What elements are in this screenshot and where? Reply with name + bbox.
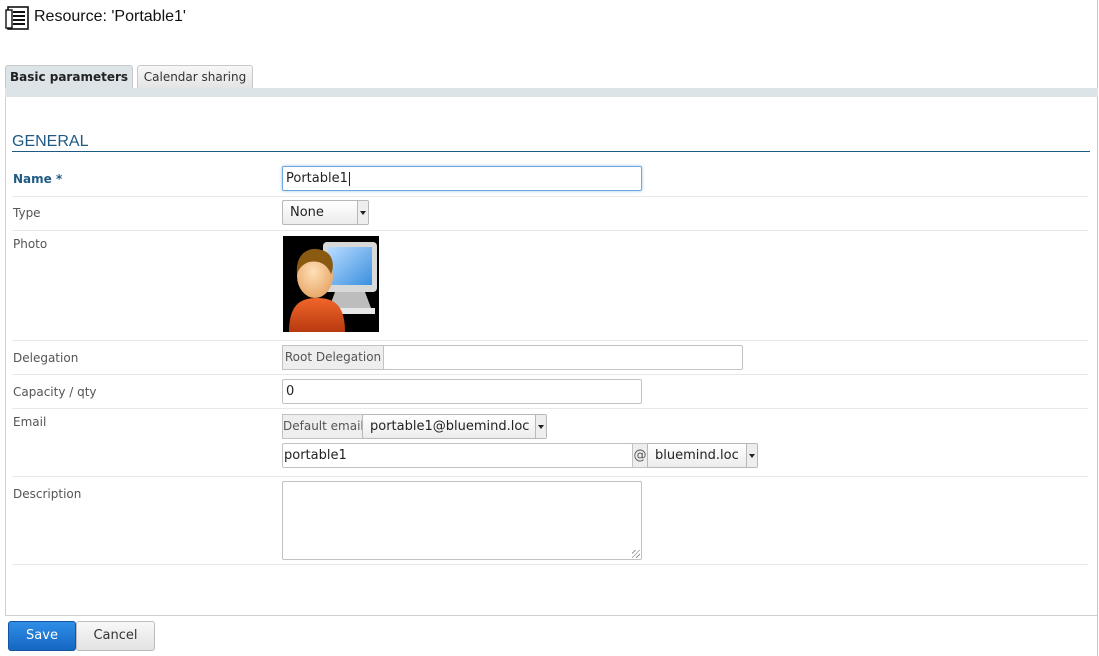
user-computer-icon: [289, 242, 377, 332]
delegation-label: Delegation: [13, 351, 79, 365]
tab-bar: [5, 88, 1098, 97]
description-label: Description: [13, 487, 82, 501]
capacity-label: Capacity / qty: [13, 385, 97, 399]
at-sign-addon: @: [632, 443, 648, 468]
delegation-addon[interactable]: Root Delegation: [282, 345, 384, 370]
type-select-value: None: [290, 205, 324, 220]
type-label: Type: [13, 206, 41, 220]
row-divider: [12, 476, 1088, 477]
chevron-down-icon: [746, 444, 757, 467]
name-input[interactable]: Portable1: [282, 166, 642, 191]
default-email-select[interactable]: portable1@bluemind.loc: [362, 414, 547, 439]
chevron-down-icon: [357, 201, 368, 224]
row-divider: [12, 374, 1088, 375]
resize-grip-icon[interactable]: [632, 550, 640, 558]
tab-basic-parameters[interactable]: Basic parameters: [5, 65, 133, 89]
row-divider: [12, 196, 1088, 197]
row-divider: [12, 564, 1088, 565]
resource-photo[interactable]: [283, 236, 379, 332]
type-select[interactable]: None: [282, 200, 369, 225]
save-button[interactable]: Save: [8, 621, 76, 651]
delegation-input[interactable]: [383, 345, 743, 370]
capacity-input[interactable]: 0: [282, 379, 642, 404]
section-title: GENERAL: [12, 133, 89, 150]
chevron-down-icon: [535, 415, 546, 438]
tab-calendar-sharing[interactable]: Calendar sharing: [137, 65, 253, 88]
email-domain-value: bluemind.loc: [655, 448, 739, 463]
default-email-addon: Default email: [282, 414, 364, 439]
row-divider: [12, 230, 1088, 231]
photo-label: Photo: [13, 237, 48, 251]
page-title: Resource: 'Portable1': [34, 8, 186, 25]
text-cursor: [348, 171, 350, 186]
description-textarea[interactable]: [282, 481, 642, 560]
email-local-part-value: portable1: [284, 448, 347, 463]
row-divider: [12, 408, 1088, 409]
name-input-value: Portable1: [286, 171, 348, 186]
cancel-button[interactable]: Cancel: [76, 621, 155, 651]
row-divider: [12, 340, 1088, 341]
section-divider: [12, 151, 1090, 152]
email-label: Email: [13, 415, 47, 429]
capacity-input-value: 0: [286, 384, 295, 399]
window-border: [1097, 0, 1098, 656]
name-label: Name *: [13, 172, 63, 186]
resource-list-icon: [5, 6, 29, 30]
default-email-value: portable1@bluemind.loc: [370, 419, 530, 434]
email-domain-select[interactable]: bluemind.loc: [647, 443, 758, 468]
email-local-part-input[interactable]: portable1: [282, 443, 633, 468]
